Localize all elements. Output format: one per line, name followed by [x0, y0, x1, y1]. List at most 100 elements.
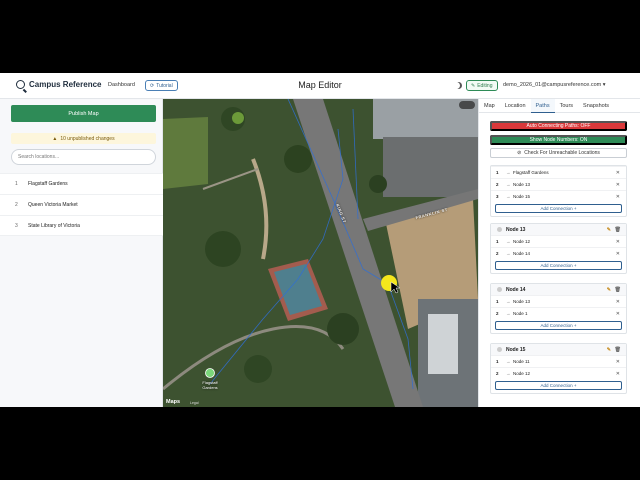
location-item[interactable]: 3 State Library of Victoria — [0, 215, 163, 236]
node-card: 1 → Flagstaff Gardens ✕ 2 → Node 13 ✕ 3 … — [490, 165, 627, 217]
check-icon: ⊘ — [517, 150, 522, 156]
brand[interactable]: Campus Reference — [16, 80, 101, 89]
connection-number: 1 — [496, 239, 499, 244]
publish-map-button[interactable]: Publish Map — [11, 105, 156, 122]
connection-row: 2 → Node 1 ✕ — [491, 307, 626, 319]
chevron-down-icon: ▾ — [602, 82, 606, 88]
connection-row: 1 → Node 13 ✕ — [491, 295, 626, 307]
add-connection-button[interactable]: Add Connection + — [495, 321, 622, 330]
check-unreachable-label: Check For Unreachable Locations — [524, 150, 600, 156]
arrow-right-icon: → — [506, 194, 511, 199]
remove-connection-close-icon[interactable]: ✕ — [616, 182, 620, 188]
location-item[interactable]: 1 Flagstaff Gardens — [0, 173, 163, 194]
remove-connection-close-icon[interactable]: ✕ — [616, 311, 620, 317]
maps-attribution: Maps — [166, 399, 180, 405]
car-park — [383, 137, 478, 197]
building-roof — [428, 314, 458, 374]
user-menu[interactable]: demo_2026_01@campusreference.com ▾ — [503, 82, 606, 88]
tab-paths[interactable]: Paths — [530, 99, 555, 113]
connection-number: 3 — [496, 194, 499, 199]
location-name: Flagstaff Gardens — [28, 181, 68, 187]
location-number: 1 — [15, 181, 18, 187]
remove-connection-close-icon[interactable]: ✕ — [616, 299, 620, 305]
arrow-right-icon: → — [506, 311, 511, 316]
delete-trash-icon[interactable]: 🗑 — [615, 227, 621, 233]
tab-snapshots[interactable]: Snapshots — [578, 99, 614, 113]
connection-number: 1 — [496, 359, 499, 364]
connection-row: 3 → Node 15 ✕ — [491, 190, 626, 202]
map-view-toggle-button[interactable] — [459, 101, 475, 109]
arrow-right-icon: → — [506, 371, 511, 376]
connection-row: 1 → Node 11 ✕ — [491, 355, 626, 367]
brand-name: Campus Reference — [29, 80, 102, 89]
satellite-map[interactable]: KING ST FRANKLIN ST Flagstaff Gardens Ma… — [163, 99, 478, 407]
top-header: Campus Reference Dashboard ⟳ Tutorial Ma… — [0, 73, 640, 99]
connection-target: Node 14 — [513, 251, 531, 256]
search-locations-input[interactable] — [11, 149, 156, 165]
pin-label-line2: Gardens — [202, 385, 218, 390]
node-dot-icon — [497, 287, 502, 292]
remove-connection-close-icon[interactable]: ✕ — [616, 170, 620, 176]
editor-panel: Map Location Paths Tours Snapshots Auto … — [478, 99, 640, 407]
edit-pencil-icon: ✎ — [471, 82, 476, 89]
legal-link[interactable]: Legal — [190, 401, 199, 405]
node-title: Node 15 — [506, 346, 526, 353]
add-connection-button[interactable]: Add Connection + — [495, 381, 622, 390]
connection-target: Node 13 — [513, 182, 531, 187]
connection-target: Node 15 — [513, 194, 531, 199]
remove-connection-close-icon[interactable]: ✕ — [616, 251, 620, 257]
remove-connection-close-icon[interactable]: ✕ — [616, 371, 620, 377]
tab-tours[interactable]: Tours — [555, 99, 578, 113]
connection-number: 2 — [496, 251, 499, 256]
connection-row: 1 → Flagstaff Gardens ✕ — [491, 166, 626, 178]
edit-pencil-icon[interactable]: ✎ — [607, 227, 611, 233]
user-email: demo_2026_01@campusreference.com — [503, 82, 602, 88]
tree — [327, 313, 359, 345]
tree — [244, 355, 272, 383]
location-pin-icon[interactable] — [205, 368, 215, 378]
nav-dashboard-link[interactable]: Dashboard — [108, 82, 135, 88]
node-header[interactable]: Node 13 ✎ 🗑 — [491, 224, 626, 235]
auto-connecting-paths-toggle[interactable]: Auto Connecting Paths: OFF — [490, 121, 627, 131]
arrow-right-icon: → — [506, 299, 511, 304]
connection-target: Node 1 — [513, 311, 528, 316]
add-connection-button[interactable]: Add Connection + — [495, 204, 622, 213]
tab-map[interactable]: Map — [479, 99, 500, 113]
delete-trash-icon[interactable]: 🗑 — [615, 347, 621, 353]
editing-status-badge: ✎ Editing — [466, 80, 498, 91]
node-title: Node 13 — [506, 226, 526, 233]
check-unreachable-button[interactable]: ⊘ Check For Unreachable Locations — [490, 148, 627, 158]
tutorial-button[interactable]: ⟳ Tutorial — [145, 80, 178, 91]
tree-highlight — [232, 112, 244, 124]
location-name: Queen Victoria Market — [28, 202, 78, 208]
edit-pencil-icon[interactable]: ✎ — [607, 287, 611, 293]
tree — [205, 231, 241, 267]
location-list: 1 Flagstaff Gardens 2 Queen Victoria Mar… — [0, 173, 163, 236]
node-card: Node 15 ✎ 🗑 1 → Node 11 ✕ 2 → Node 12 ✕ … — [490, 343, 627, 394]
locations-sidebar: Publish Map ▲ 10 unpublished changes 1 F… — [0, 99, 163, 407]
remove-connection-close-icon[interactable]: ✕ — [616, 239, 620, 245]
map-editor-app: Campus Reference Dashboard ⟳ Tutorial Ma… — [0, 73, 640, 407]
connection-target: Node 13 — [513, 299, 531, 304]
connection-target: Node 12 — [513, 371, 531, 376]
brand-logo-icon — [16, 80, 25, 89]
connection-target: Node 11 — [513, 359, 530, 364]
node-header[interactable]: Node 15 ✎ 🗑 — [491, 344, 626, 355]
connection-number: 1 — [496, 170, 499, 175]
lawn-area — [163, 117, 208, 189]
delete-trash-icon[interactable]: 🗑 — [615, 287, 621, 293]
map-canvas[interactable] — [163, 99, 478, 407]
arrow-right-icon: → — [506, 239, 511, 244]
node-dot-icon — [497, 347, 502, 352]
tab-location[interactable]: Location — [500, 99, 531, 113]
remove-connection-close-icon[interactable]: ✕ — [616, 194, 620, 200]
node-header[interactable]: Node 14 ✎ 🗑 — [491, 284, 626, 295]
connection-row: 2 → Node 13 ✕ — [491, 178, 626, 190]
dark-mode-moon-icon[interactable] — [455, 82, 462, 89]
remove-connection-close-icon[interactable]: ✕ — [616, 359, 620, 365]
maps-attribution-text: Maps — [166, 399, 181, 405]
edit-pencil-icon[interactable]: ✎ — [607, 347, 611, 353]
location-item[interactable]: 2 Queen Victoria Market — [0, 194, 163, 215]
show-node-numbers-toggle[interactable]: Show Node Numbers: ON — [490, 135, 627, 145]
add-connection-button[interactable]: Add Connection + — [495, 261, 622, 270]
